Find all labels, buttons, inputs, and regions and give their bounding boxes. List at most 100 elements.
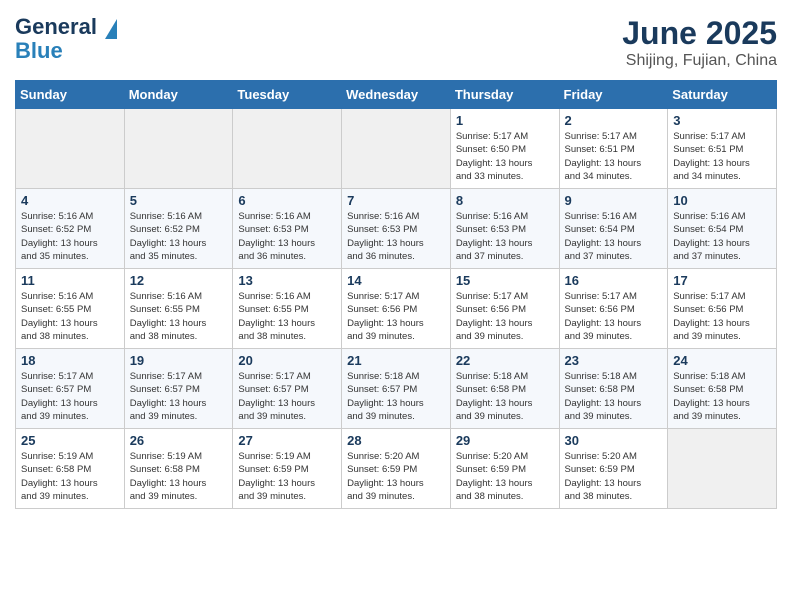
day-info: Sunrise: 5:16 AMSunset: 6:54 PMDaylight:… (673, 210, 771, 263)
day-info: Sunrise: 5:18 AMSunset: 6:58 PMDaylight:… (456, 370, 554, 423)
calendar-day-cell: 18 Sunrise: 5:17 AMSunset: 6:57 PMDayligh… (16, 349, 125, 429)
calendar-day-cell: 25 Sunrise: 5:19 AMSunset: 6:58 PMDayligh… (16, 429, 125, 509)
day-number: 20 (238, 353, 336, 368)
calendar-day-cell: 19 Sunrise: 5:17 AMSunset: 6:57 PMDayligh… (124, 349, 233, 429)
day-number: 24 (673, 353, 771, 368)
day-number: 10 (673, 193, 771, 208)
calendar-day-cell: 9 Sunrise: 5:16 AMSunset: 6:54 PMDaylight… (559, 189, 668, 269)
calendar-week-row: 25 Sunrise: 5:19 AMSunset: 6:58 PMDayligh… (16, 429, 777, 509)
calendar-day-cell: 27 Sunrise: 5:19 AMSunset: 6:59 PMDayligh… (233, 429, 342, 509)
day-number: 4 (21, 193, 119, 208)
day-number: 5 (130, 193, 228, 208)
weekday-header-friday: Friday (559, 81, 668, 109)
day-info: Sunrise: 5:16 AMSunset: 6:55 PMDaylight:… (21, 290, 119, 343)
calendar-day-cell: 21Sunrise: 5:18 AMSunset: 6:57 PMDayligh… (342, 349, 451, 429)
day-number: 25 (21, 433, 119, 448)
day-info: Sunrise: 5:18 AMSunset: 6:57 PMDaylight:… (347, 370, 445, 423)
day-info: Sunrise: 5:20 AMSunset: 6:59 PMDaylight:… (565, 450, 663, 503)
day-info: Sunrise: 5:19 AMSunset: 6:59 PMDaylight:… (238, 450, 336, 503)
day-number: 27 (238, 433, 336, 448)
calendar-day-cell: 12 Sunrise: 5:16 AMSunset: 6:55 PMDayligh… (124, 269, 233, 349)
calendar-day-cell: 13 Sunrise: 5:16 AMSunset: 6:55 PMDayligh… (233, 269, 342, 349)
day-info: Sunrise: 5:17 AMSunset: 6:57 PMDaylight:… (21, 370, 119, 423)
location-subtitle: Shijing, Fujian, China (622, 52, 777, 70)
day-number: 13 (238, 273, 336, 288)
calendar-header-row: SundayMondayTuesdayWednesdayThursdayFrid… (16, 81, 777, 109)
weekday-header-monday: Monday (124, 81, 233, 109)
day-number: 9 (565, 193, 663, 208)
day-number: 6 (238, 193, 336, 208)
day-number: 28 (347, 433, 445, 448)
day-info: Sunrise: 5:19 AMSunset: 6:58 PMDaylight:… (130, 450, 228, 503)
weekday-header-sunday: Sunday (16, 81, 125, 109)
logo-text: General Blue (15, 15, 117, 63)
day-number: 8 (456, 193, 554, 208)
logo: General Blue (15, 15, 117, 63)
day-number: 16 (565, 273, 663, 288)
day-number: 12 (130, 273, 228, 288)
calendar-day-cell: 4 Sunrise: 5:16 AMSunset: 6:52 PMDaylight… (16, 189, 125, 269)
page-header: General Blue June 2025 Shijing, Fujian, … (15, 15, 777, 70)
day-number: 30 (565, 433, 663, 448)
calendar-day-cell: 2 Sunrise: 5:17 AMSunset: 6:51 PMDaylight… (559, 109, 668, 189)
day-number: 3 (673, 113, 771, 128)
day-info: Sunrise: 5:17 AMSunset: 6:56 PMDaylight:… (673, 290, 771, 343)
day-info: Sunrise: 5:17 AMSunset: 6:51 PMDaylight:… (565, 130, 663, 183)
day-number: 19 (130, 353, 228, 368)
day-number: 7 (347, 193, 445, 208)
month-title: June 2025 (622, 15, 777, 52)
calendar-week-row: 1Sunrise: 5:17 AMSunset: 6:50 PMDaylight… (16, 109, 777, 189)
logo-triangle-icon (105, 19, 117, 39)
weekday-header-saturday: Saturday (668, 81, 777, 109)
day-number: 17 (673, 273, 771, 288)
day-info: Sunrise: 5:17 AMSunset: 6:56 PMDaylight:… (347, 290, 445, 343)
calendar-day-cell: 15Sunrise: 5:17 AMSunset: 6:56 PMDayligh… (450, 269, 559, 349)
day-number: 29 (456, 433, 554, 448)
logo-blue: Blue (15, 39, 117, 63)
day-info: Sunrise: 5:17 AMSunset: 6:51 PMDaylight:… (673, 130, 771, 183)
calendar-day-cell (342, 109, 451, 189)
day-info: Sunrise: 5:16 AMSunset: 6:54 PMDaylight:… (565, 210, 663, 263)
calendar-week-row: 4 Sunrise: 5:16 AMSunset: 6:52 PMDaylight… (16, 189, 777, 269)
calendar-day-cell: 26Sunrise: 5:19 AMSunset: 6:58 PMDayligh… (124, 429, 233, 509)
calendar-day-cell: 23Sunrise: 5:18 AMSunset: 6:58 PMDayligh… (559, 349, 668, 429)
day-info: Sunrise: 5:16 AMSunset: 6:52 PMDaylight:… (21, 210, 119, 263)
logo-general: General (15, 14, 97, 39)
day-info: Sunrise: 5:17 AMSunset: 6:57 PMDaylight:… (238, 370, 336, 423)
calendar-day-cell: 10 Sunrise: 5:16 AMSunset: 6:54 PMDayligh… (668, 189, 777, 269)
day-number: 1 (456, 113, 554, 128)
calendar-day-cell: 6 Sunrise: 5:16 AMSunset: 6:53 PMDaylight… (233, 189, 342, 269)
day-number: 18 (21, 353, 119, 368)
day-info: Sunrise: 5:16 AMSunset: 6:55 PMDaylight:… (130, 290, 228, 343)
day-info: Sunrise: 5:16 AMSunset: 6:53 PMDaylight:… (238, 210, 336, 263)
calendar-week-row: 18 Sunrise: 5:17 AMSunset: 6:57 PMDayligh… (16, 349, 777, 429)
weekday-header-tuesday: Tuesday (233, 81, 342, 109)
calendar-day-cell: 8Sunrise: 5:16 AMSunset: 6:53 PMDaylight… (450, 189, 559, 269)
calendar-day-cell: 16 Sunrise: 5:17 AMSunset: 6:56 PMDayligh… (559, 269, 668, 349)
calendar-day-cell (668, 429, 777, 509)
day-number: 2 (565, 113, 663, 128)
day-info: Sunrise: 5:20 AMSunset: 6:59 PMDaylight:… (347, 450, 445, 503)
day-info: Sunrise: 5:20 AMSunset: 6:59 PMDaylight:… (456, 450, 554, 503)
calendar-week-row: 11 Sunrise: 5:16 AMSunset: 6:55 PMDayligh… (16, 269, 777, 349)
calendar-day-cell: 29 Sunrise: 5:20 AMSunset: 6:59 PMDayligh… (450, 429, 559, 509)
calendar-day-cell: 1Sunrise: 5:17 AMSunset: 6:50 PMDaylight… (450, 109, 559, 189)
day-info: Sunrise: 5:18 AMSunset: 6:58 PMDaylight:… (673, 370, 771, 423)
day-info: Sunrise: 5:16 AMSunset: 6:53 PMDaylight:… (347, 210, 445, 263)
weekday-header-wednesday: Wednesday (342, 81, 451, 109)
day-number: 15 (456, 273, 554, 288)
day-info: Sunrise: 5:17 AMSunset: 6:56 PMDaylight:… (565, 290, 663, 343)
day-number: 11 (21, 273, 119, 288)
day-info: Sunrise: 5:17 AMSunset: 6:57 PMDaylight:… (130, 370, 228, 423)
day-info: Sunrise: 5:19 AMSunset: 6:58 PMDaylight:… (21, 450, 119, 503)
calendar-day-cell: 17 Sunrise: 5:17 AMSunset: 6:56 PMDayligh… (668, 269, 777, 349)
calendar-day-cell (124, 109, 233, 189)
day-number: 23 (565, 353, 663, 368)
day-info: Sunrise: 5:16 AMSunset: 6:55 PMDaylight:… (238, 290, 336, 343)
day-info: Sunrise: 5:16 AMSunset: 6:52 PMDaylight:… (130, 210, 228, 263)
calendar-day-cell: 3 Sunrise: 5:17 AMSunset: 6:51 PMDaylight… (668, 109, 777, 189)
day-number: 22 (456, 353, 554, 368)
calendar-day-cell (16, 109, 125, 189)
calendar-table: SundayMondayTuesdayWednesdayThursdayFrid… (15, 80, 777, 509)
calendar-day-cell: 7 Sunrise: 5:16 AMSunset: 6:53 PMDaylight… (342, 189, 451, 269)
